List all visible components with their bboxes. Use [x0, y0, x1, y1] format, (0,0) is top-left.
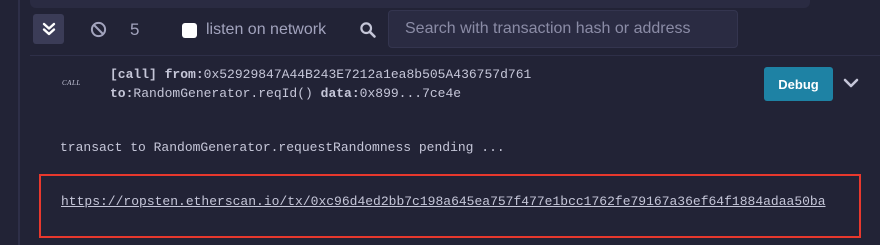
- toolbar-divider: [30, 55, 880, 56]
- listen-on-network-checkbox[interactable]: [182, 23, 197, 38]
- call-type-badge: CALL: [62, 79, 81, 87]
- listen-on-network-label[interactable]: listen on network: [206, 20, 326, 40]
- panel-top-strip: [30, 0, 810, 8]
- ban-icon[interactable]: [90, 21, 107, 38]
- pending-transaction-count: 5: [130, 20, 140, 39]
- pending-transaction-message: transact to RandomGenerator.requestRando…: [60, 140, 505, 155]
- from-label: from:: [164, 67, 204, 82]
- search-input[interactable]: [388, 10, 738, 48]
- call-log-line-from: [call] from:0x52929847A44B243E7212a1ea8b…: [110, 67, 531, 82]
- collapse-terminal-button[interactable]: [33, 14, 64, 44]
- search-icon: [360, 22, 376, 38]
- terminal-toolbar: 5 listen on network: [0, 10, 880, 50]
- debug-button[interactable]: Debug: [764, 67, 833, 101]
- call-log-line-to: to:RandomGenerator.reqId() data:0x899...…: [110, 86, 461, 101]
- call-data-value: 0x899...7ce4e: [359, 86, 462, 101]
- double-chevron-down-icon: [42, 22, 55, 36]
- to-label: to:: [110, 86, 134, 101]
- etherscan-transaction-link[interactable]: https://ropsten.etherscan.io/tx/0xc96d4e…: [61, 192, 861, 211]
- from-address: 0x52929847A44B243E7212a1ea8b505A436757d7…: [203, 67, 532, 82]
- chevron-down-icon[interactable]: [842, 75, 860, 91]
- to-method: RandomGenerator.reqId(): [133, 86, 313, 101]
- transaction-link-highlight: https://ropsten.etherscan.io/tx/0xc96d4e…: [39, 174, 861, 238]
- call-tag: [call]: [110, 67, 157, 82]
- data-label: data:: [320, 86, 360, 101]
